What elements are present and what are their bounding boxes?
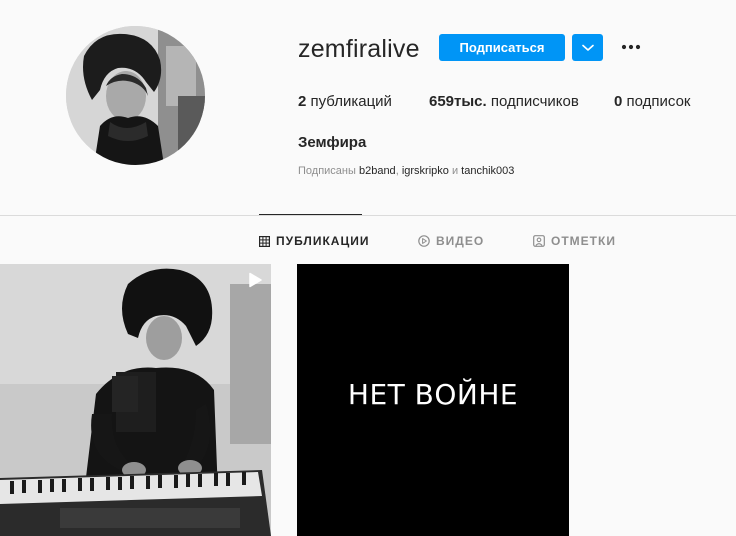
active-tab-indicator xyxy=(259,214,362,215)
grid-icon xyxy=(259,235,270,247)
post-image xyxy=(0,264,271,536)
reel-play-icon xyxy=(249,272,262,288)
followed-by-and: и xyxy=(451,165,459,177)
tab-tagged[interactable]: ОТМЕТКИ xyxy=(533,234,616,248)
post-text: НЕТ ВОЙНЕ xyxy=(347,378,519,411)
followed-by-prefix: Подписаны xyxy=(298,165,356,177)
followers-count: 659тыс. xyxy=(429,93,487,110)
following-stat[interactable]: 0 подписок xyxy=(614,93,690,110)
suggested-dropdown-button[interactable] xyxy=(572,34,603,61)
followers-stat[interactable]: 659тыс. подписчиков xyxy=(429,93,579,110)
followed-by-account[interactable]: b2band xyxy=(359,165,396,177)
username: zemfiralive xyxy=(298,35,420,63)
post-thumbnail[interactable] xyxy=(0,264,271,536)
posts-label: публикаций xyxy=(310,93,392,110)
section-divider xyxy=(0,215,736,216)
tab-video[interactable]: ВИДЕО xyxy=(418,234,484,248)
chevron-down-icon xyxy=(581,44,594,51)
tab-posts-label: ПУБЛИКАЦИИ xyxy=(276,234,370,248)
profile-page: zemfiralive Подписаться 2 публикаций 659… xyxy=(0,0,736,536)
avatar-photo xyxy=(66,26,205,165)
followers-label: подписчиков xyxy=(490,93,579,110)
followed-by-account[interactable]: tanchik003 xyxy=(461,165,514,177)
posts-count-stat: 2 публикаций xyxy=(298,93,392,110)
tab-tagged-label: ОТМЕТКИ xyxy=(551,234,616,248)
tag-user-icon xyxy=(533,235,545,247)
posts-count: 2 xyxy=(298,93,307,110)
tab-posts[interactable]: ПУБЛИКАЦИИ xyxy=(259,234,369,248)
post-thumbnail[interactable]: НЕТ ВОЙНЕ xyxy=(297,264,569,536)
followed-by[interactable]: Подписаны b2band, igrskripko и tanchik00… xyxy=(298,165,514,177)
avatar[interactable] xyxy=(66,26,205,165)
follow-button[interactable]: Подписаться xyxy=(439,34,565,61)
following-count: 0 xyxy=(614,93,623,110)
followed-by-separator: , xyxy=(395,165,399,177)
followed-by-account[interactable]: igrskripko xyxy=(402,165,449,177)
following-label: подписок xyxy=(626,93,691,110)
full-name: Земфира xyxy=(298,134,367,151)
tab-video-label: ВИДЕО xyxy=(436,234,485,248)
play-circle-icon xyxy=(418,235,430,247)
more-options-button[interactable] xyxy=(618,36,644,58)
more-icon xyxy=(621,44,641,50)
